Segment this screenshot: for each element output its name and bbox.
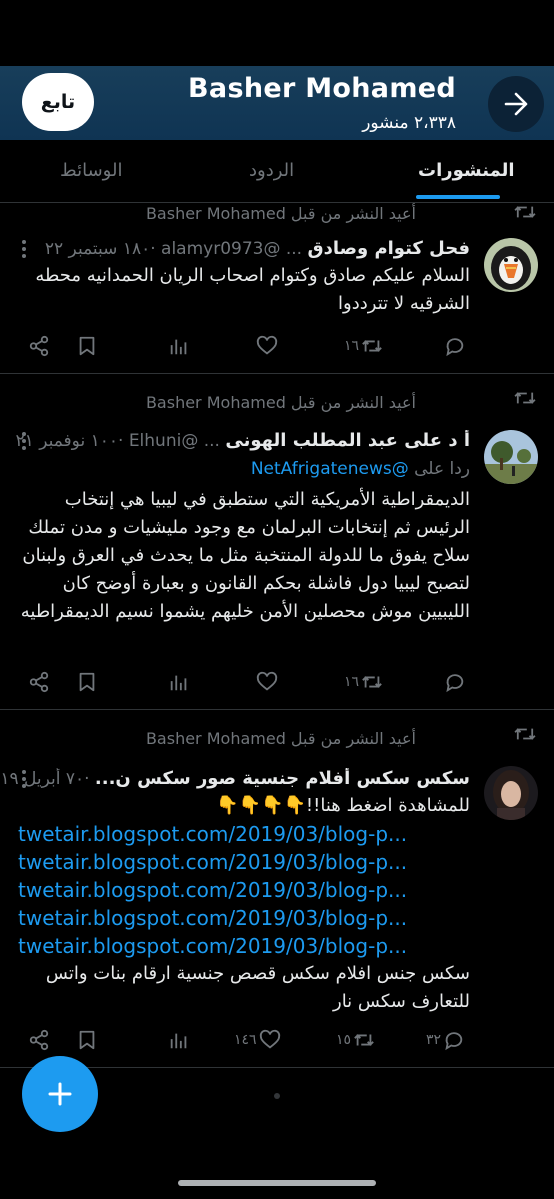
handle-time: ·٧٠ أبريل ١٩	[0, 769, 90, 789]
reply-icon	[445, 1032, 463, 1051]
post-meta: فحل كتوام وصادق ... @alamyr0973 ·١٨٠ سبت…	[0, 238, 470, 259]
post-links: twetair.blogspot.com/2019/03/blog-p... t…	[18, 820, 470, 960]
like-button[interactable]	[256, 667, 280, 697]
retweet-icon	[354, 1034, 374, 1046]
compose-button[interactable]	[22, 1056, 98, 1132]
retweet-icon	[514, 392, 536, 404]
display-name[interactable]: سكس سكس أفلام جنسية صور سكس ن...	[95, 768, 470, 789]
bookmark-icon	[79, 672, 95, 692]
divider	[0, 373, 554, 374]
puffin-avatar-image	[484, 238, 538, 292]
tab-posts[interactable]: المنشورات	[418, 160, 515, 181]
reply-count: ٣٢	[426, 1032, 442, 1048]
like-icon	[259, 1029, 280, 1049]
retweet-button[interactable]: ١٦	[344, 331, 383, 361]
post-link[interactable]: twetair.blogspot.com/2019/03/blog-p...	[18, 876, 470, 904]
reply-button[interactable]	[444, 331, 468, 361]
display-name[interactable]: أ د على عبد المطلب الهونى	[225, 430, 470, 451]
retweet-count: ١٥	[336, 1032, 352, 1048]
views-button[interactable]	[168, 1025, 190, 1055]
tab-replies[interactable]: الردود	[249, 160, 294, 181]
retweet-label: أعيد النشر من قبل Basher Mohamed	[145, 729, 416, 748]
post-body: السلام عليكم صادق وكتوام اصحاب الريان ال…	[35, 265, 470, 314]
plus-icon	[48, 1082, 72, 1106]
retweet-count: ١٦	[344, 674, 360, 690]
post-actions: ١٦	[0, 667, 554, 697]
post-link[interactable]: twetair.blogspot.com/2019/03/blog-p...	[18, 848, 470, 876]
post-link[interactable]: twetair.blogspot.com/2019/03/blog-p...	[18, 904, 470, 932]
views-button[interactable]	[168, 667, 190, 697]
reply-button[interactable]: ٣٢	[426, 1025, 465, 1055]
reply-icon	[446, 674, 464, 693]
share-button[interactable]	[28, 1025, 50, 1055]
post-meta: أ د على عبد المطلب الهونى ... @Elhuni ·١…	[0, 430, 470, 451]
reply-button[interactable]	[444, 667, 468, 697]
post-body-top: للمشاهدة اضغط هنا!!👇👇👇👇	[216, 795, 470, 816]
back-arrow-icon	[504, 92, 528, 116]
tab-media[interactable]: الوسائط	[60, 160, 122, 181]
retweet-icon	[362, 340, 382, 352]
back-button[interactable]	[488, 76, 544, 132]
avatar[interactable]	[484, 430, 538, 484]
like-icon	[256, 671, 278, 691]
like-icon	[256, 335, 278, 355]
bookmark-button[interactable]	[76, 1025, 98, 1055]
bookmark-button[interactable]	[76, 667, 98, 697]
views-icon	[170, 675, 187, 691]
handle-time: ... @alamyr0973 ·١٨٠ سبتمبر ٢٢	[44, 239, 303, 259]
display-name[interactable]: فحل كتوام وصادق	[308, 238, 471, 259]
portrait-avatar-image	[484, 766, 538, 820]
avatar[interactable]	[484, 238, 538, 292]
landscape-avatar-image	[484, 430, 538, 484]
retweet-icon	[514, 728, 536, 740]
share-icon	[29, 1029, 49, 1051]
home-indicator[interactable]	[178, 1180, 376, 1186]
views-icon	[170, 339, 187, 355]
like-button[interactable]	[256, 331, 280, 361]
reply-prefix: ردا على	[414, 459, 470, 479]
like-count: ١٤٦	[234, 1032, 257, 1048]
bookmark-icon	[79, 336, 95, 356]
share-icon	[29, 335, 49, 357]
retweet-icon	[362, 676, 382, 688]
more-dots-icon[interactable]	[18, 430, 30, 452]
status-area	[0, 0, 554, 66]
views-button[interactable]	[168, 331, 190, 361]
handle-time: ... @Elhuni ·١٠٠ نوفمبر ٢١	[15, 431, 220, 451]
follow-button[interactable]: تابع	[22, 73, 94, 131]
avatar[interactable]	[484, 766, 538, 820]
retweet-count: ١٦	[344, 338, 360, 354]
tab-indicator	[416, 195, 500, 199]
share-button[interactable]	[28, 667, 50, 697]
post-meta: سكس سكس أفلام جنسية صور سكس ن... ·٧٠ أبر…	[0, 768, 470, 789]
retweet-label: أعيد النشر من قبل Basher Mohamed	[145, 393, 416, 412]
retweet-icon	[514, 206, 536, 218]
post-body-bottom: سكس جنس افلام سكس قصص جنسية ارقام بنات و…	[45, 963, 470, 1012]
share-button[interactable]	[28, 331, 50, 361]
retweet-label: أعيد النشر من قبل Basher Mohamed	[145, 204, 416, 223]
reply-icon	[446, 338, 464, 357]
bookmark-button[interactable]	[76, 331, 98, 361]
more-dots-icon[interactable]	[18, 768, 30, 790]
reply-to-line: ردا على @NetAfrigatenews	[18, 459, 470, 479]
more-dots-icon[interactable]	[18, 238, 30, 260]
post-body: الديمقراطية الأمريكية التي ستطبق في ليبي…	[20, 489, 470, 622]
like-button[interactable]: ١٤٦	[234, 1025, 281, 1055]
reply-to-link[interactable]: @NetAfrigatenews	[251, 459, 409, 479]
profile-name: Basher Mohamed	[188, 73, 456, 104]
post-link[interactable]: twetair.blogspot.com/2019/03/blog-p...	[18, 932, 470, 960]
views-icon	[170, 1033, 187, 1049]
post-actions: ١٦	[0, 331, 554, 361]
share-icon	[29, 671, 49, 693]
divider	[0, 709, 554, 710]
post-count: ٢،٣٣٨ منشور	[362, 113, 456, 133]
retweet-button[interactable]: ١٥	[336, 1025, 375, 1055]
profile-tabs: المنشورات الردود الوسائط	[0, 140, 554, 203]
post-actions: ١٤٦ ١٥ ٣٢	[0, 1025, 554, 1055]
retweet-button[interactable]: ١٦	[344, 667, 383, 697]
bookmark-icon	[79, 1030, 95, 1050]
loading-dot	[274, 1093, 280, 1099]
post-link[interactable]: twetair.blogspot.com/2019/03/blog-p...	[18, 820, 470, 848]
